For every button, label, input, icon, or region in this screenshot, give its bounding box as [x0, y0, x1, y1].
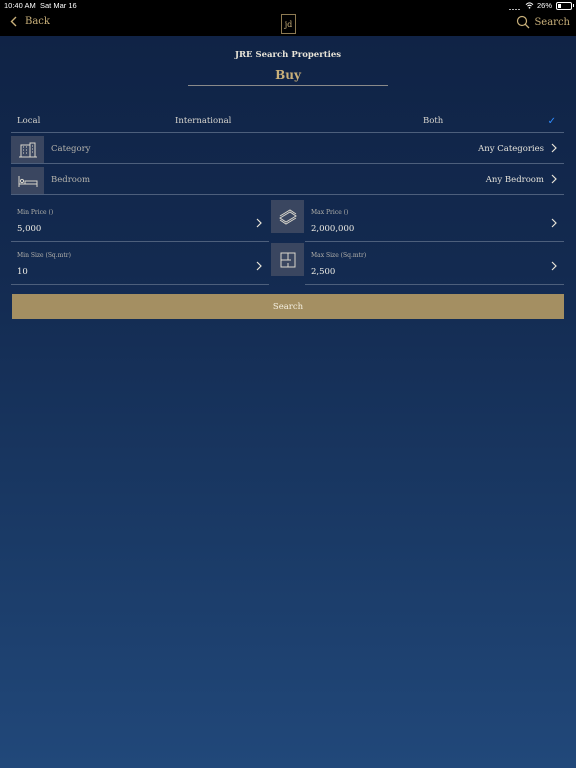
back-label: Back [25, 16, 50, 27]
wifi-icon [525, 2, 534, 9]
back-button[interactable]: Back [10, 16, 50, 27]
status-bar: 10:40 AM Sat Mar 16 26% [0, 0, 576, 12]
app-logo: jd [281, 14, 296, 34]
min-size-field[interactable]: Min Size (Sq.mtr) 10 [11, 243, 269, 285]
min-price-value: 5,000 [17, 224, 42, 234]
category-row[interactable]: Category Any Categories [11, 133, 564, 164]
location-selector: Local International Both ✓ [11, 110, 564, 133]
min-price-label: Min Price () [17, 209, 54, 216]
chevron-right-icon [551, 174, 557, 184]
category-value: Any Categories [478, 144, 544, 154]
status-right: 26% [508, 1, 574, 10]
bedroom-value: Any Bedroom [485, 175, 544, 185]
max-size-field[interactable]: Max Size (Sq.mtr) 2,500 [305, 243, 564, 285]
page-title: JRE Search Properties [234, 50, 342, 60]
category-label: Category [51, 144, 91, 154]
max-price-value: 2,000,000 [311, 224, 355, 234]
search-button[interactable]: Search [12, 294, 564, 319]
chevron-right-icon [551, 261, 557, 271]
chevron-right-icon [256, 261, 262, 271]
max-size-value: 2,500 [311, 267, 336, 277]
min-price-field[interactable]: Min Price () 5,000 [11, 200, 269, 242]
min-size-value: 10 [17, 267, 28, 277]
logo-text: jd [284, 19, 293, 29]
chevron-left-icon [10, 16, 17, 27]
status-date: Sat Mar 16 [40, 1, 77, 10]
max-price-label: Max Price () [311, 209, 349, 216]
max-price-field[interactable]: Max Price () 2,000,000 [305, 200, 564, 242]
nav-search-label: Search [534, 16, 570, 28]
search-icon [517, 15, 530, 29]
battery-percent: 26% [536, 1, 552, 10]
bedroom-row[interactable]: Bedroom Any Bedroom [11, 164, 564, 195]
chevron-right-icon [551, 218, 557, 228]
max-size-label: Max Size (Sq.mtr) [311, 252, 367, 259]
nav-search-button[interactable]: Search [516, 15, 570, 29]
status-time: 10:40 AM [4, 1, 36, 10]
listing-type-selector[interactable]: Buy [188, 68, 388, 86]
min-size-label: Min Size (Sq.mtr) [17, 252, 71, 259]
building-icon [11, 136, 44, 163]
nav-bar: Back jd Search [0, 12, 576, 36]
option-international[interactable]: International [175, 116, 231, 126]
floorplan-icon [271, 243, 304, 276]
money-icon [271, 200, 304, 233]
bed-icon [11, 167, 44, 194]
chevron-right-icon [551, 143, 557, 153]
option-local[interactable]: Local [17, 116, 40, 126]
bedroom-label: Bedroom [51, 175, 91, 185]
signal-icon [508, 2, 520, 10]
option-both[interactable]: Both [423, 116, 443, 126]
chevron-right-icon [256, 218, 262, 228]
battery-icon [556, 1, 574, 10]
checkmark-icon: ✓ [547, 116, 556, 127]
